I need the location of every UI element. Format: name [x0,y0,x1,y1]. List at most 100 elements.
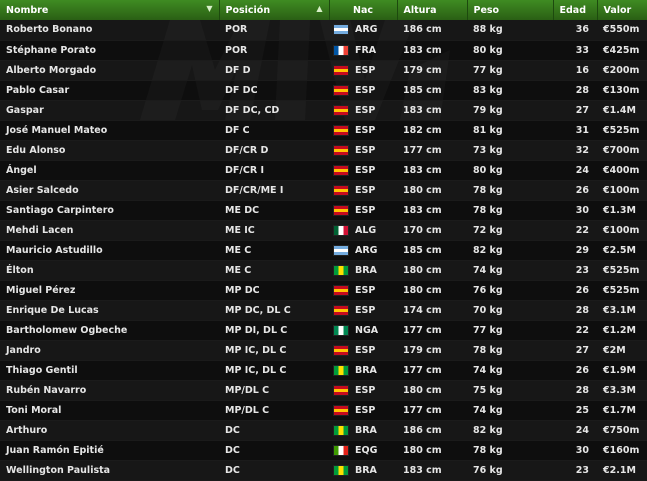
nation-code: BRA [355,364,377,376]
player-nation[interactable]: ARG [329,240,397,261]
player-nation[interactable]: ESP [329,160,397,181]
player-nation[interactable]: ARG [329,20,397,41]
column-header-position[interactable]: Posición ▲ [219,0,330,20]
table-row[interactable]: Alberto Morgado DF D ESP 179 cm 77 kg 16 €200m [0,60,647,81]
player-name[interactable]: Mauricio Astudillo [0,240,219,261]
table-row[interactable]: Bartholomew Ogbeche MP DI, DL C NGA 177 cm 7… [0,320,647,341]
player-position: DF DC, CD [219,100,329,121]
player-name[interactable]: Pablo Casar [0,80,219,101]
table-row[interactable]: Enrique De Lucas MP DC, DL C ESP 174 cm 70 k… [0,300,647,321]
nation-code: ESP [355,144,376,156]
table-row[interactable]: Gaspar DF DC, CD ESP 183 cm 79 kg 27 €1.4M [0,100,647,121]
player-nation[interactable]: EQG [329,440,397,461]
player-height: 183 cm [397,460,467,481]
player-name[interactable]: Mehdi Lacen [0,220,219,241]
player-value: €3.3M [597,380,647,401]
column-header-age[interactable]: Edad [553,0,598,20]
bra-flag-icon [333,264,349,276]
nation-code: ESP [355,304,376,316]
player-name[interactable]: Jandro [0,340,219,361]
player-nation[interactable]: ESP [329,380,397,401]
player-nation[interactable]: BRA [329,420,397,441]
table-row[interactable]: Santiago Carpintero ME DC ESP 183 cm 78 kg 30… [0,200,647,221]
player-name[interactable]: Wellington Paulista [0,460,219,481]
player-name[interactable]: Bartholomew Ogbeche [0,320,219,341]
player-nation[interactable]: BRA [329,260,397,281]
table-row[interactable]: Asier Salcedo DF/CR/ME I ESP 180 cm 78 kg 26 €… [0,180,647,201]
sort-ascending-icon[interactable]: ▲ [316,4,322,13]
player-name[interactable]: Stéphane Porato [0,40,219,61]
player-nation[interactable]: FRA [329,40,397,61]
table-row[interactable]: Juan Ramón Epitié DC EQG 180 cm 78 kg 30 €160m [0,440,647,461]
table-row[interactable]: Jandro MP IC, DL C ESP 179 cm 78 kg 27 €2M [0,340,647,361]
player-nation[interactable]: BRA [329,360,397,381]
table-row[interactable]: Edu Alonso DF/CR D ESP 177 cm 73 kg 32 €700m [0,140,647,161]
player-name[interactable]: Miguel Pérez [0,280,219,301]
table-row[interactable]: Arthuro DC BRA 186 cm 82 kg 24 €750m [0,420,647,441]
player-nation[interactable]: NGA [329,320,397,341]
table-row[interactable]: Thiago Gentil MP IC, DL C BRA 177 cm 74 kg 26… [0,360,647,381]
esp-flag-icon [333,84,349,96]
table-row[interactable]: Rubén Navarro MP/DL C ESP 180 cm 75 kg 28 €3.3… [0,380,647,401]
player-name[interactable]: Asier Salcedo [0,180,219,201]
player-nation[interactable]: ALG [329,220,397,241]
table-row[interactable]: Mauricio Astudillo ME C ARG 185 cm 82 kg 29 €2… [0,240,647,261]
player-nation[interactable]: ESP [329,120,397,141]
column-header-weight[interactable]: Peso [467,0,554,20]
player-name[interactable]: Thiago Gentil [0,360,219,381]
player-name[interactable]: Ángel [0,160,219,181]
player-nation[interactable]: ESP [329,80,397,101]
player-name[interactable]: Arthuro [0,420,219,441]
table-row[interactable]: Pablo Casar DF DC ESP 185 cm 83 kg 28 €130m [0,80,647,101]
player-nation[interactable]: ESP [329,140,397,161]
player-height: 179 cm [397,60,467,81]
player-name[interactable]: José Manuel Mateo [0,120,219,141]
player-position: ME DC [219,200,329,221]
player-nation[interactable]: ESP [329,180,397,201]
player-name[interactable]: Rubén Navarro [0,380,219,401]
column-header-nation[interactable]: Nac [329,0,398,20]
table-row[interactable]: Toni Moral MP/DL C ESP 177 cm 74 kg 25 €1.7M [0,400,647,421]
esp-flag-icon [333,184,349,196]
player-nation[interactable]: BRA [329,460,397,481]
bra-flag-icon [333,364,349,376]
table-row[interactable]: Roberto Bonano POR ARG 186 cm 88 kg 36 €550m [0,20,647,41]
player-name[interactable]: Élton [0,260,219,281]
player-age: 31 [553,120,597,141]
table-row[interactable]: Élton ME C BRA 180 cm 74 kg 23 €525m [0,260,647,281]
player-height: 177 cm [397,400,467,421]
player-name[interactable]: Enrique De Lucas [0,300,219,321]
bra-flag-icon [333,424,349,436]
player-nation[interactable]: ESP [329,100,397,121]
player-value: €425m [597,40,647,61]
column-header-value[interactable]: Valor [597,0,647,20]
player-name[interactable]: Juan Ramón Epitié [0,440,219,461]
player-nation[interactable]: ESP [329,200,397,221]
player-nation[interactable]: ESP [329,400,397,421]
player-name[interactable]: Alberto Morgado [0,60,219,81]
player-nation[interactable]: ESP [329,340,397,361]
player-age: 25 [553,400,597,421]
player-nation[interactable]: ESP [329,60,397,81]
player-name[interactable]: Gaspar [0,100,219,121]
nation-code: EQG [355,444,378,456]
table-row[interactable]: Wellington Paulista DC BRA 183 cm 76 kg 23 €2.… [0,460,647,481]
player-age: 33 [553,40,597,61]
table-row[interactable]: Mehdi Lacen ME IC ALG 170 cm 72 kg 22 €100m [0,220,647,241]
dropdown-arrow-icon[interactable]: ▼ [206,4,212,13]
player-name[interactable]: Roberto Bonano [0,20,219,41]
player-name[interactable]: Santiago Carpintero [0,200,219,221]
player-value: €1.2M [597,320,647,341]
table-row[interactable]: Ángel DF/CR I ESP 183 cm 80 kg 24 €400m [0,160,647,181]
table-row[interactable]: José Manuel Mateo DF C ESP 182 cm 81 kg 31 €52… [0,120,647,141]
table-row[interactable]: Miguel Pérez MP DC ESP 180 cm 76 kg 26 €525m [0,280,647,301]
column-header-name[interactable]: Nombre ▼ [0,0,220,20]
player-nation[interactable]: ESP [329,300,397,321]
column-header-height[interactable]: Altura [397,0,468,20]
player-nation[interactable]: ESP [329,280,397,301]
table-row[interactable]: Stéphane Porato POR FRA 183 cm 80 kg 33 €425m [0,40,647,61]
nation-code: ESP [355,184,376,196]
player-name[interactable]: Edu Alonso [0,140,219,161]
fra-flag-icon [333,44,349,56]
player-name[interactable]: Toni Moral [0,400,219,421]
